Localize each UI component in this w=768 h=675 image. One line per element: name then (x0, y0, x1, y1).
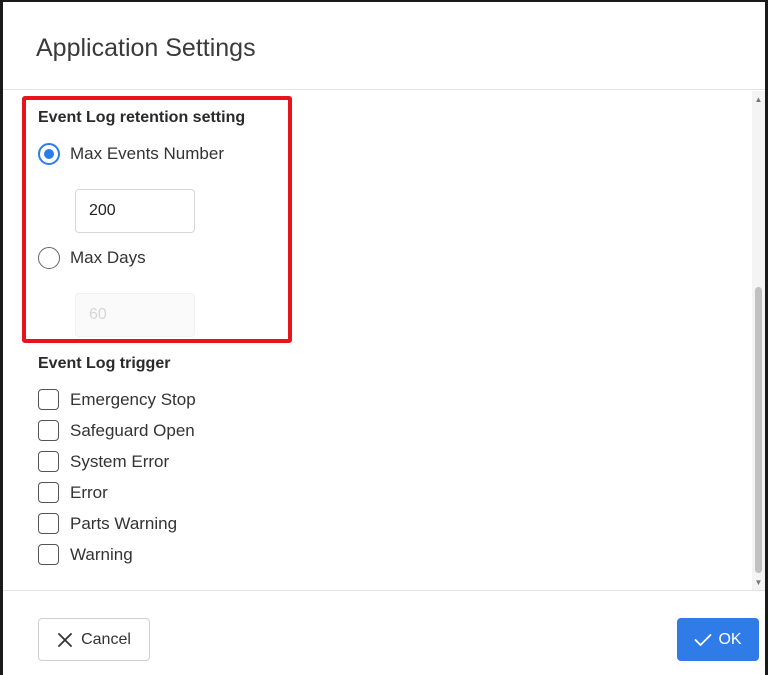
cancel-button-label: Cancel (81, 630, 131, 648)
dialog-title: Application Settings (36, 34, 256, 62)
checkbox[interactable] (38, 389, 59, 410)
checkbox[interactable] (38, 451, 59, 472)
checkbox-parts-warning[interactable]: Parts Warning (38, 513, 177, 534)
radio-button-unchecked[interactable] (38, 247, 60, 269)
retention-section-title: Event Log retention setting (38, 109, 246, 126)
checkbox[interactable] (38, 513, 59, 534)
dialog-header: Application Settings (3, 2, 765, 90)
vertical-scrollbar[interactable]: ▲ ▼ (752, 91, 765, 592)
checkbox-label: Error (70, 482, 108, 502)
check-icon (695, 633, 712, 646)
ok-button[interactable]: OK (677, 618, 759, 661)
checkbox[interactable] (38, 544, 59, 565)
checkbox-warning[interactable]: Warning (38, 544, 133, 565)
checkbox[interactable] (38, 420, 59, 441)
scrollbar-thumb[interactable] (755, 287, 762, 573)
radio-max-events-label: Max Events Number (70, 144, 224, 163)
application-settings-dialog: Application Settings Event Log retention… (0, 0, 768, 675)
max-days-input (75, 293, 195, 337)
close-icon (58, 632, 72, 647)
max-events-input[interactable] (75, 189, 195, 233)
dialog-footer: Cancel OK (3, 590, 765, 675)
radio-max-days[interactable]: Max Days (38, 247, 146, 269)
checkbox-label: Emergency Stop (70, 389, 196, 409)
checkbox-label: Safeguard Open (70, 420, 195, 440)
checkbox-emergency-stop[interactable]: Emergency Stop (38, 389, 196, 410)
checkbox-error[interactable]: Error (38, 482, 108, 503)
scroll-up-arrow-icon[interactable]: ▲ (752, 95, 765, 105)
checkbox-label: Warning (70, 544, 133, 564)
checkbox-system-error[interactable]: System Error (38, 451, 169, 472)
checkbox-safeguard-open[interactable]: Safeguard Open (38, 420, 195, 441)
radio-button-checked[interactable] (38, 143, 60, 165)
checkbox-label: System Error (70, 451, 170, 471)
scroll-down-arrow-icon[interactable]: ▼ (752, 578, 765, 588)
trigger-section-title: Event Log trigger (38, 355, 171, 372)
ok-button-label: OK (718, 630, 742, 648)
radio-max-events[interactable]: Max Events Number (38, 143, 224, 165)
radio-max-days-label: Max Days (70, 248, 146, 267)
dialog-body: Event Log retention setting Max Events N… (3, 91, 765, 592)
checkbox-label: Parts Warning (70, 513, 178, 533)
checkbox[interactable] (38, 482, 59, 503)
cancel-button[interactable]: Cancel (38, 618, 150, 661)
